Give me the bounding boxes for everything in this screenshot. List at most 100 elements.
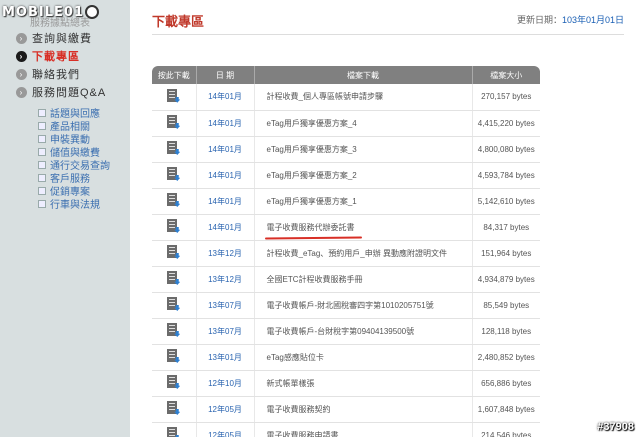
file-size-cell: 85,549 bytes	[472, 292, 540, 319]
file-name: 電子收費服務代辦委託書	[266, 222, 355, 232]
square-bullet-icon	[38, 134, 46, 143]
download-icon[interactable]	[167, 219, 181, 233]
nav-item-faq[interactable]: › 服務問題Q&A	[16, 84, 130, 100]
update-date: 更新日期：103年01月01日	[517, 13, 624, 26]
chevron-right-icon: ›	[16, 50, 27, 62]
file-name-cell[interactable]: eTag用戶獨享優惠方案_1	[254, 188, 473, 215]
download-cell	[152, 136, 197, 163]
file-size-cell: 5,142,610 bytes	[472, 188, 540, 215]
file-size-cell: 128,118 bytes	[472, 318, 540, 345]
file-name: eTag感應貼位卡	[266, 352, 324, 362]
download-icon[interactable]	[167, 401, 181, 415]
header-size: 檔案大小	[472, 66, 540, 84]
update-label: 更新日期：	[516, 15, 562, 25]
file-name-cell[interactable]: 電子收費帳戶-台財稅字第09404139500號	[254, 318, 473, 345]
table-header-row: 按此下載 日 期 檔案下載 檔案大小	[152, 66, 540, 84]
file-name-cell[interactable]: 電子收費服務代辦委託書	[254, 214, 473, 241]
download-cell	[152, 240, 197, 267]
file-name: 計程收費_eTag、預約用戶_申辦 異動應附證明文件	[266, 248, 447, 258]
file-name: 電子收費服務申請書	[266, 430, 339, 437]
table-row: 12年10月 新式帳單樣張 656,886 bytes	[152, 370, 540, 397]
file-name-cell[interactable]: 全國ETC計程收費服務手冊	[254, 266, 473, 293]
download-icon[interactable]	[167, 271, 181, 285]
download-icon[interactable]	[167, 115, 181, 129]
date-cell: 12年05月	[196, 422, 255, 437]
table-row: 13年01月 eTag感應貼位卡 2,480,852 bytes	[152, 344, 540, 371]
table-row: 13年12月 全國ETC計程收費服務手冊 4,934,879 bytes	[152, 266, 540, 293]
file-size-cell: 1,607,848 bytes	[472, 396, 540, 423]
file-name-cell[interactable]: eTag用戶獨享優惠方案_2	[254, 162, 473, 189]
download-cell	[152, 292, 197, 319]
table-row: 14年01月 eTag用戶獨享優惠方案_3 4,800,080 bytes	[152, 136, 540, 163]
table-row: 13年12月 計程收費_eTag、預約用戶_申辦 異動應附證明文件 151,964 …	[152, 240, 540, 267]
download-icon[interactable]	[167, 193, 181, 207]
nav-item-contact[interactable]: › 聯絡我們	[16, 66, 130, 82]
file-name-cell[interactable]: 電子收費服務契約	[254, 396, 473, 423]
file-name-cell[interactable]: eTag用戶獨享優惠方案_4	[254, 110, 473, 137]
file-name-cell[interactable]: 電子收費帳戶-財北國稅審四字第1010205751號	[254, 292, 473, 319]
file-size-cell: 84,317 bytes	[472, 214, 540, 241]
file-name-cell[interactable]: 電子收費服務申請書	[254, 422, 473, 437]
nav-main: › 查詢與繳費 › 下載專區 › 聯絡我們 › 服務問題Q&A	[16, 30, 130, 102]
download-icon[interactable]	[167, 88, 181, 103]
chevron-right-icon: ›	[16, 68, 27, 80]
chevron-right-icon: ›	[16, 32, 27, 44]
divider	[152, 34, 624, 35]
nav-sub-list: 話題與回應 產品相關 申裝異動 儲值與繳費 通行交易查詢 客戶服務 促銷專案 行…	[38, 106, 128, 211]
download-cell	[152, 214, 197, 241]
square-bullet-icon	[38, 186, 46, 195]
nav-item-query-payment[interactable]: › 查詢與繳費	[16, 30, 130, 46]
download-icon[interactable]	[167, 141, 181, 155]
header-download: 按此下載	[152, 66, 197, 84]
square-bullet-icon	[38, 160, 46, 169]
date-cell: 14年01月	[196, 162, 255, 189]
file-name-cell[interactable]: eTag用戶獨享優惠方案_3	[254, 136, 473, 163]
file-name-cell[interactable]: 新式帳單樣張	[254, 370, 473, 397]
file-name: eTag用戶獨享優惠方案_2	[266, 170, 357, 180]
file-name-highlighted: 電子收費服務代辦委託書	[264, 222, 362, 240]
nav-item-faded[interactable]: 服務據點總表	[30, 14, 90, 29]
download-table-container: 按此下載 日 期 檔案下載 檔案大小 14年01月 計程收費_個人專區帳號申請步驟…	[152, 66, 540, 437]
download-icon[interactable]	[167, 297, 181, 311]
file-name: eTag用戶獨享優惠方案_1	[266, 196, 357, 206]
table-row: 14年01月 電子收費服務代辦委託書 84,317 bytes	[152, 214, 540, 241]
download-cell	[152, 422, 197, 437]
square-bullet-icon	[38, 108, 46, 117]
table-row: 12年05月 電子收費服務申請書 214,546 bytes	[152, 422, 540, 437]
table-row: 14年01月 eTag用戶獨享優惠方案_1 5,142,610 bytes	[152, 188, 540, 215]
nav-item-label: 下載專區	[32, 51, 80, 63]
download-icon[interactable]	[167, 245, 181, 259]
date-cell: 14年01月	[196, 136, 255, 163]
file-name-cell[interactable]: 計程收費_eTag、預約用戶_申辦 異動應附證明文件	[254, 240, 473, 267]
file-name: eTag用戶獨享優惠方案_3	[266, 144, 357, 154]
date-cell: 14年01月	[196, 188, 255, 215]
download-cell	[152, 318, 197, 345]
date-cell: 13年01月	[196, 344, 255, 371]
download-icon[interactable]	[167, 375, 181, 389]
nav-item-label: 查詢與繳費	[32, 33, 92, 45]
download-cell	[152, 110, 197, 137]
download-cell	[152, 370, 197, 397]
table-row: 12年05月 電子收費服務契約 1,607,848 bytes	[152, 396, 540, 423]
nav-item-download[interactable]: › 下載專區	[16, 48, 130, 64]
download-table: 按此下載 日 期 檔案下載 檔案大小 14年01月 計程收費_個人專區帳號申請步驟…	[152, 66, 540, 437]
file-size-cell: 4,415,220 bytes	[472, 110, 540, 137]
chevron-right-icon: ›	[16, 86, 27, 98]
file-name-cell[interactable]: eTag感應貼位卡	[254, 344, 473, 371]
sub-nav-label: 行車與法規	[50, 200, 100, 211]
file-name-cell[interactable]: 計程收費_個人專區帳號申請步驟	[254, 84, 473, 111]
download-cell	[152, 188, 197, 215]
download-icon[interactable]	[167, 349, 181, 363]
sub-nav-item[interactable]: 行車與法規	[38, 197, 128, 211]
table-row: 14年01月 eTag用戶獨享優惠方案_4 4,415,220 bytes	[152, 110, 540, 137]
table-row: 13年07月 電子收費帳戶-台財稅字第09404139500號 128,118 by…	[152, 318, 540, 345]
file-size-cell: 656,886 bytes	[472, 370, 540, 397]
download-icon[interactable]	[167, 427, 181, 437]
download-cell	[152, 396, 197, 423]
download-icon[interactable]	[167, 167, 181, 181]
table-row: 14年01月 計程收費_個人專區帳號申請步驟 270,157 bytes	[152, 84, 540, 111]
download-icon[interactable]	[167, 323, 181, 337]
red-underline-mark	[264, 235, 362, 240]
download-cell	[152, 344, 197, 371]
date-cell: 14年01月	[196, 84, 255, 111]
